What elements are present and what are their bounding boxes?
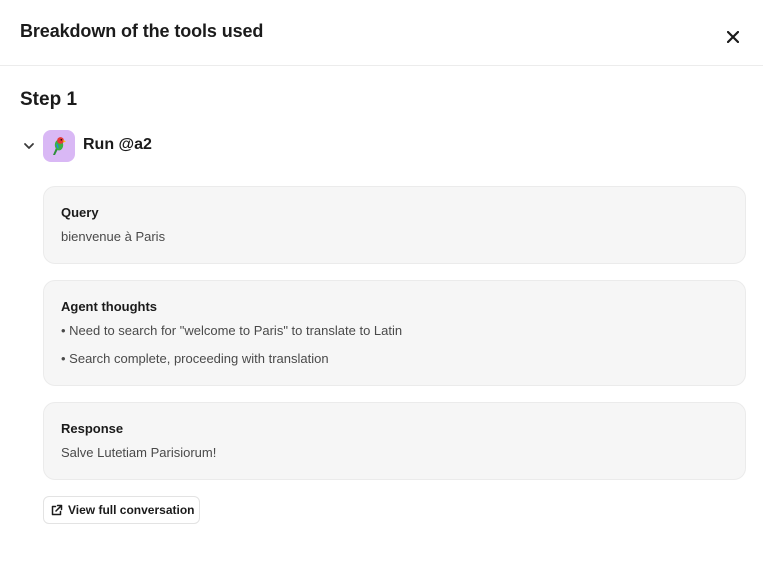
bot-avatar xyxy=(43,130,75,162)
response-title: Response xyxy=(61,421,124,436)
chevron-down-icon[interactable] xyxy=(22,139,36,153)
view-full-conversation-label: View full conversation xyxy=(68,503,195,517)
view-full-conversation-button[interactable]: View full conversation xyxy=(43,496,201,524)
thought-item: • Search complete, proceeding with trans… xyxy=(61,351,329,366)
response-card: Response Salve Lutetiam Parisiorum! xyxy=(43,402,746,480)
modal-title: Breakdown of the tools used xyxy=(20,21,264,41)
step-title: Step 1 xyxy=(20,89,78,110)
response-text: Salve Lutetiam Parisiorum! xyxy=(61,445,217,460)
query-card: Query bienvenue à Paris xyxy=(43,186,746,264)
tools-breakdown-modal: Breakdown of the tools used Step 1 Run @… xyxy=(0,0,763,564)
run-row[interactable]: Run @a2 xyxy=(20,130,320,162)
run-label: Run @a2 xyxy=(83,136,152,153)
external-link-icon xyxy=(50,504,63,517)
agent-thoughts-card: Agent thoughts • Need to search for "wel… xyxy=(43,280,746,386)
query-text: bienvenue à Paris xyxy=(61,229,166,244)
close-button[interactable] xyxy=(722,26,744,48)
thought-item: • Need to search for "welcome to Paris" … xyxy=(61,323,403,338)
modal-header: Breakdown of the tools used xyxy=(0,0,763,66)
thoughts-title: Agent thoughts xyxy=(61,299,158,314)
close-icon[interactable] xyxy=(727,31,739,43)
parrot-icon xyxy=(53,137,66,155)
query-title: Query xyxy=(61,205,99,220)
